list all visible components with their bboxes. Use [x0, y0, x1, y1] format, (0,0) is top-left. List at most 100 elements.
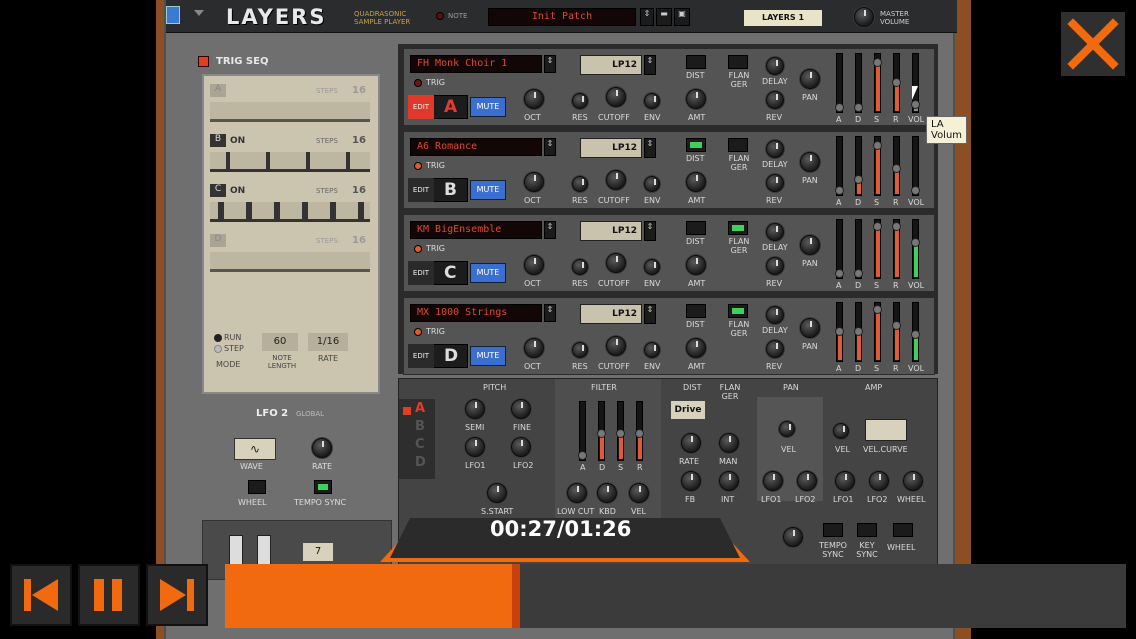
- patch-stepper[interactable]: ⇕: [544, 138, 556, 156]
- dist-amt-knob[interactable]: [686, 89, 706, 109]
- reverb-knob[interactable]: [766, 340, 784, 358]
- seq-steps-row-c[interactable]: [210, 202, 370, 222]
- fader-handle[interactable]: [597, 429, 606, 438]
- fine-knob[interactable]: [511, 399, 531, 419]
- octave-knob[interactable]: [524, 172, 544, 192]
- patch-stepper[interactable]: ⇕: [544, 55, 556, 73]
- delay-knob[interactable]: [766, 306, 784, 324]
- fader-s[interactable]: [873, 136, 882, 196]
- filter-type-stepper[interactable]: ⇕: [644, 55, 656, 75]
- fader-handle[interactable]: [578, 451, 587, 460]
- trig-led[interactable]: [414, 245, 422, 253]
- fader-a[interactable]: [835, 53, 844, 113]
- flanger-rate-knob[interactable]: [681, 433, 701, 453]
- dist-amt-knob[interactable]: [686, 255, 706, 275]
- pan-knob[interactable]: [800, 152, 820, 172]
- layer-letter-d[interactable]: D: [415, 455, 426, 470]
- rate-value[interactable]: 1/16: [308, 333, 348, 351]
- seq-steps-row-d[interactable]: [210, 252, 370, 272]
- fader-handle[interactable]: [892, 222, 901, 231]
- low-cut-knob[interactable]: [567, 483, 587, 503]
- res-knob[interactable]: [572, 176, 588, 192]
- fader-handle[interactable]: [835, 327, 844, 336]
- pan-lfo1-knob[interactable]: [763, 471, 783, 491]
- fader-handle[interactable]: [835, 269, 844, 278]
- run-radio[interactable]: [214, 334, 222, 342]
- flanger-man-knob[interactable]: [719, 433, 739, 453]
- filter-type-display[interactable]: LP12: [580, 221, 642, 241]
- seq-row-b-state[interactable]: ON: [230, 136, 245, 146]
- fader-a[interactable]: [835, 219, 844, 279]
- fader-handle[interactable]: [854, 327, 863, 336]
- folder-icon[interactable]: ▬: [656, 8, 672, 26]
- save-icon[interactable]: ▣: [674, 8, 690, 26]
- chevron-down-icon[interactable]: [194, 10, 204, 16]
- dist-amt-knob[interactable]: [686, 172, 706, 192]
- fader-handle[interactable]: [854, 103, 863, 112]
- dist-button[interactable]: [686, 221, 706, 235]
- fader-handle[interactable]: [616, 429, 625, 438]
- fader-d[interactable]: [854, 302, 863, 362]
- octave-knob[interactable]: [524, 89, 544, 109]
- layer-letter-a[interactable]: A: [415, 401, 425, 416]
- trig-led[interactable]: [414, 162, 422, 170]
- delay-knob[interactable]: [766, 140, 784, 158]
- fader-d[interactable]: [854, 53, 863, 113]
- fader-s[interactable]: [873, 302, 882, 362]
- dist-button[interactable]: [686, 55, 706, 69]
- filter-vel-knob[interactable]: [629, 483, 649, 503]
- seq-steps-row-a[interactable]: [210, 102, 370, 122]
- fader-handle[interactable]: [635, 429, 644, 438]
- instance-name-tape[interactable]: LAYERS 1: [744, 10, 822, 26]
- pause-button[interactable]: [78, 564, 140, 626]
- wheel-button[interactable]: [893, 523, 913, 537]
- filter-type-stepper[interactable]: ⇕: [644, 221, 656, 241]
- delay-knob[interactable]: [766, 223, 784, 241]
- mute-button[interactable]: MUTE: [470, 97, 506, 117]
- dist-amt-knob[interactable]: [686, 338, 706, 358]
- dist-button[interactable]: [686, 138, 706, 152]
- reverb-knob[interactable]: [766, 257, 784, 275]
- delay-knob[interactable]: [766, 57, 784, 75]
- previous-button[interactable]: [10, 564, 72, 626]
- master-volume-knob[interactable]: [854, 7, 874, 27]
- fader-handle[interactable]: [854, 175, 863, 184]
- filter-env-fader-a[interactable]: [578, 401, 587, 461]
- progress-bar[interactable]: [225, 564, 1126, 628]
- res-knob[interactable]: [572, 342, 588, 358]
- edit-button[interactable]: EDIT: [408, 344, 434, 368]
- flanger-int-knob[interactable]: [719, 471, 739, 491]
- fader-r[interactable]: [892, 302, 901, 362]
- kbd-knob[interactable]: [597, 483, 617, 503]
- amp-lfo1-knob[interactable]: [835, 471, 855, 491]
- cutoff-knob[interactable]: [606, 170, 626, 190]
- misc-value[interactable]: 7: [303, 543, 333, 561]
- layer-patch-name[interactable]: FH Monk Choir 1: [410, 55, 542, 73]
- cutoff-knob[interactable]: [606, 87, 626, 107]
- pan-lfo2-knob[interactable]: [797, 471, 817, 491]
- filter-type-display[interactable]: LP12: [580, 304, 642, 324]
- octave-knob[interactable]: [524, 338, 544, 358]
- fader-s[interactable]: [873, 53, 882, 113]
- patch-browse-stepper[interactable]: ⇕: [640, 8, 654, 26]
- fader-handle[interactable]: [835, 186, 844, 195]
- pitch-lfo2-knob[interactable]: [511, 437, 531, 457]
- note-length-value[interactable]: 60: [262, 333, 298, 351]
- edit-button[interactable]: EDIT: [408, 261, 434, 285]
- seq-steps-value[interactable]: 16: [352, 235, 366, 246]
- fader-handle[interactable]: [892, 321, 901, 330]
- fader-handle[interactable]: [835, 103, 844, 112]
- fader-handle[interactable]: [873, 141, 882, 150]
- wheel-button[interactable]: [248, 480, 266, 494]
- seq-steps-value[interactable]: 16: [352, 85, 366, 96]
- fader-handle[interactable]: [892, 164, 901, 173]
- mute-button[interactable]: MUTE: [470, 180, 506, 200]
- fader-d[interactable]: [854, 219, 863, 279]
- cutoff-knob[interactable]: [606, 253, 626, 273]
- semi-knob[interactable]: [465, 399, 485, 419]
- octave-knob[interactable]: [524, 255, 544, 275]
- seq-steps-value[interactable]: 16: [352, 135, 366, 146]
- patch-stepper[interactable]: ⇕: [544, 304, 556, 322]
- fader-handle[interactable]: [892, 78, 901, 87]
- fader-handle[interactable]: [854, 269, 863, 278]
